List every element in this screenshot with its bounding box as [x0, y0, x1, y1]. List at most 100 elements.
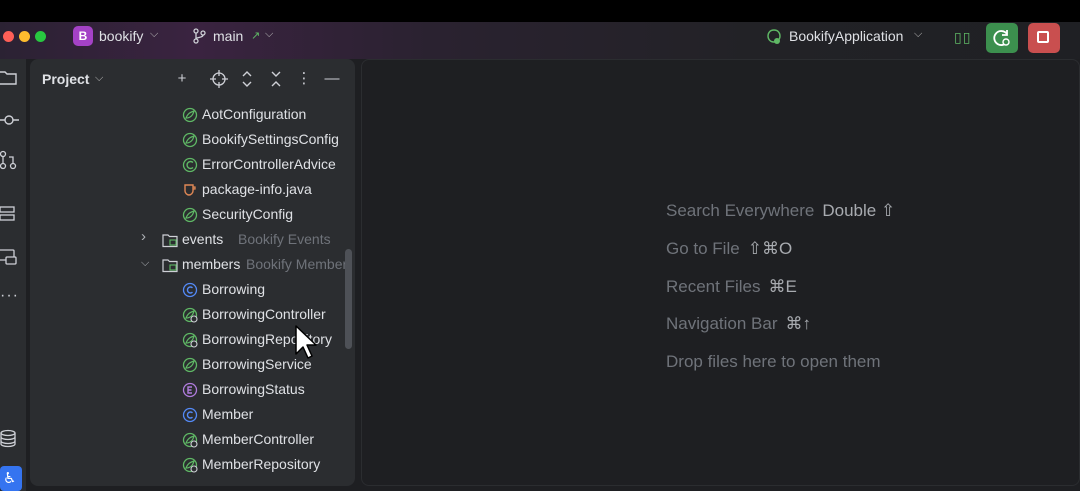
tree-item-label: Borrowing	[202, 281, 266, 297]
editor-hint-line: Drop files here to open them	[666, 352, 881, 372]
database-icon[interactable]	[0, 429, 20, 449]
services-icon[interactable]	[0, 247, 20, 267]
editor-empty-area	[361, 59, 1080, 486]
tree-item-label: BookifySettingsConfig	[202, 131, 339, 147]
minimize-window-button[interactable]	[19, 31, 30, 42]
tree-file-row[interactable]: Borrowing	[30, 277, 355, 302]
tree-file-row[interactable]: package-info.java	[30, 177, 355, 202]
branch-name: main	[213, 28, 244, 44]
tree-item-label: Member	[202, 406, 254, 422]
hint-shortcut: ⇧⌘O	[747, 239, 793, 258]
project-name: bookify	[99, 28, 144, 44]
project-badge: B	[73, 26, 93, 46]
tree-item-label: members	[182, 256, 241, 272]
tree-item-label: MemberRepository	[202, 456, 321, 472]
tree-file-row[interactable]: Member	[30, 402, 355, 427]
expand-all-icon[interactable]	[237, 68, 257, 90]
close-window-button[interactable]	[3, 31, 14, 42]
spring-config-icon	[182, 207, 198, 223]
tree-file-row[interactable]: ErrorControllerAdvice	[30, 152, 355, 177]
tree-item-label: AotConfiguration	[202, 106, 307, 122]
hint-shortcut: ⌘↑	[785, 314, 812, 333]
tree-item-label: MemberController	[202, 431, 315, 447]
git-branch-icon	[193, 28, 206, 44]
tree-item-label: ErrorControllerAdvice	[202, 156, 336, 172]
stop-button[interactable]	[1028, 23, 1060, 53]
editor-hint-line: Navigation Bar ⌘↑	[666, 314, 811, 334]
editor-hint-line: Go to File ⇧⌘O	[666, 239, 792, 259]
package-info-icon	[182, 182, 198, 198]
module-package-icon	[162, 257, 178, 273]
hint-action-label: Go to File	[666, 239, 740, 258]
tree-scrollbar[interactable]	[345, 249, 352, 349]
hint-action-label: Navigation Bar	[666, 314, 778, 333]
project-tool-window: Project ⌵ + ⋮ — AotConfiguration BookifyS…	[30, 59, 355, 486]
tree-item-label: events	[182, 231, 224, 247]
class-icon	[182, 407, 198, 423]
hint-shortcut: ⌘E	[768, 277, 797, 296]
tree-item-label: package-info.java	[202, 181, 312, 197]
tree-item-label: BorrowingController	[202, 306, 326, 322]
tree-item-label: BorrowingStatus	[202, 381, 305, 397]
rerun-icon	[993, 30, 1010, 46]
spring-config-icon	[182, 107, 198, 123]
zoom-window-button[interactable]	[35, 31, 46, 42]
tree-file-row[interactable]: BookifySettingsConfig	[30, 127, 355, 152]
editor-hint-line: Search Everywhere Double ⇧	[666, 201, 895, 221]
module-description: Bookify Member	[246, 256, 348, 272]
chevron-down-icon: ⌵	[95, 72, 104, 84]
pause-icon[interactable]: ▯▯	[954, 29, 971, 46]
structure-icon[interactable]	[0, 204, 20, 224]
tree-folder-row[interactable]: › events Bookify Events	[30, 227, 355, 252]
editor-hint-line: Recent Files ⌘E	[666, 277, 797, 297]
spring-controller-icon	[182, 432, 198, 448]
spring-controller-icon	[182, 307, 198, 323]
hide-icon[interactable]: —	[322, 68, 342, 90]
locate-icon[interactable]	[209, 68, 229, 90]
module-description: Bookify Events	[238, 231, 331, 247]
hint-action-label: Recent Files	[666, 277, 761, 296]
chevron-down-icon[interactable]: ⌵	[141, 257, 153, 271]
tool-window-stripe: ··· ♿	[0, 59, 26, 491]
pull-requests-icon[interactable]	[0, 150, 20, 170]
chevron-right-icon[interactable]: ›	[141, 228, 153, 245]
rerun-button[interactable]	[986, 23, 1018, 53]
chevron-down-icon: ⌵	[914, 28, 923, 40]
screen-top-strip	[0, 0, 1080, 22]
commit-icon[interactable]	[0, 110, 20, 130]
spring-repository-icon	[182, 332, 198, 348]
chevron-down-icon: ⌵	[150, 28, 159, 40]
hint-shortcut: Double ⇧	[822, 201, 896, 220]
module-package-icon	[162, 232, 178, 248]
spring-config-icon	[182, 132, 198, 148]
accessibility-icon: ♿	[3, 470, 17, 487]
hint-action-label: Search Everywhere	[666, 201, 815, 220]
tree-file-row[interactable]: AotConfiguration	[30, 102, 355, 127]
spring-class-icon	[182, 157, 198, 173]
chevron-down-icon: ⌵	[265, 28, 274, 40]
run-config-name: BookifyApplication	[789, 28, 904, 44]
collapse-all-icon[interactable]	[266, 68, 286, 90]
tree-file-row[interactable]: MemberController	[30, 427, 355, 452]
mouse-pointer-icon	[295, 325, 317, 359]
ai-assistant-button[interactable]: ♿	[0, 466, 22, 491]
tree-item-label: SecurityConfig	[202, 206, 294, 222]
tree-file-row[interactable]: MemberRepository	[30, 452, 355, 477]
tree-file-row[interactable]: BorrowingStatus	[30, 377, 355, 402]
spring-repository-icon	[182, 457, 198, 473]
tree-file-row[interactable]: BorrowingController	[30, 302, 355, 327]
options-icon[interactable]: ⋮	[294, 68, 314, 90]
folder-icon[interactable]	[0, 68, 20, 88]
tree-file-row[interactable]: SecurityConfig	[30, 202, 355, 227]
spring-boot-run-icon	[767, 29, 781, 44]
more-tools-icon[interactable]: ···	[0, 287, 19, 305]
add-icon[interactable]: +	[172, 68, 192, 90]
tree-folder-row[interactable]: ⌵ members Bookify Member	[30, 252, 355, 277]
hint-action-label: Drop files here to open them	[666, 352, 881, 371]
enum-icon	[182, 382, 198, 398]
stop-icon	[1037, 31, 1049, 43]
panel-title: Project	[42, 71, 90, 87]
title-bar: B bookify ⌵ main ↗ ⌵ BookifyApplication …	[0, 22, 1080, 59]
class-icon	[182, 282, 198, 298]
spring-config-icon	[182, 357, 198, 373]
